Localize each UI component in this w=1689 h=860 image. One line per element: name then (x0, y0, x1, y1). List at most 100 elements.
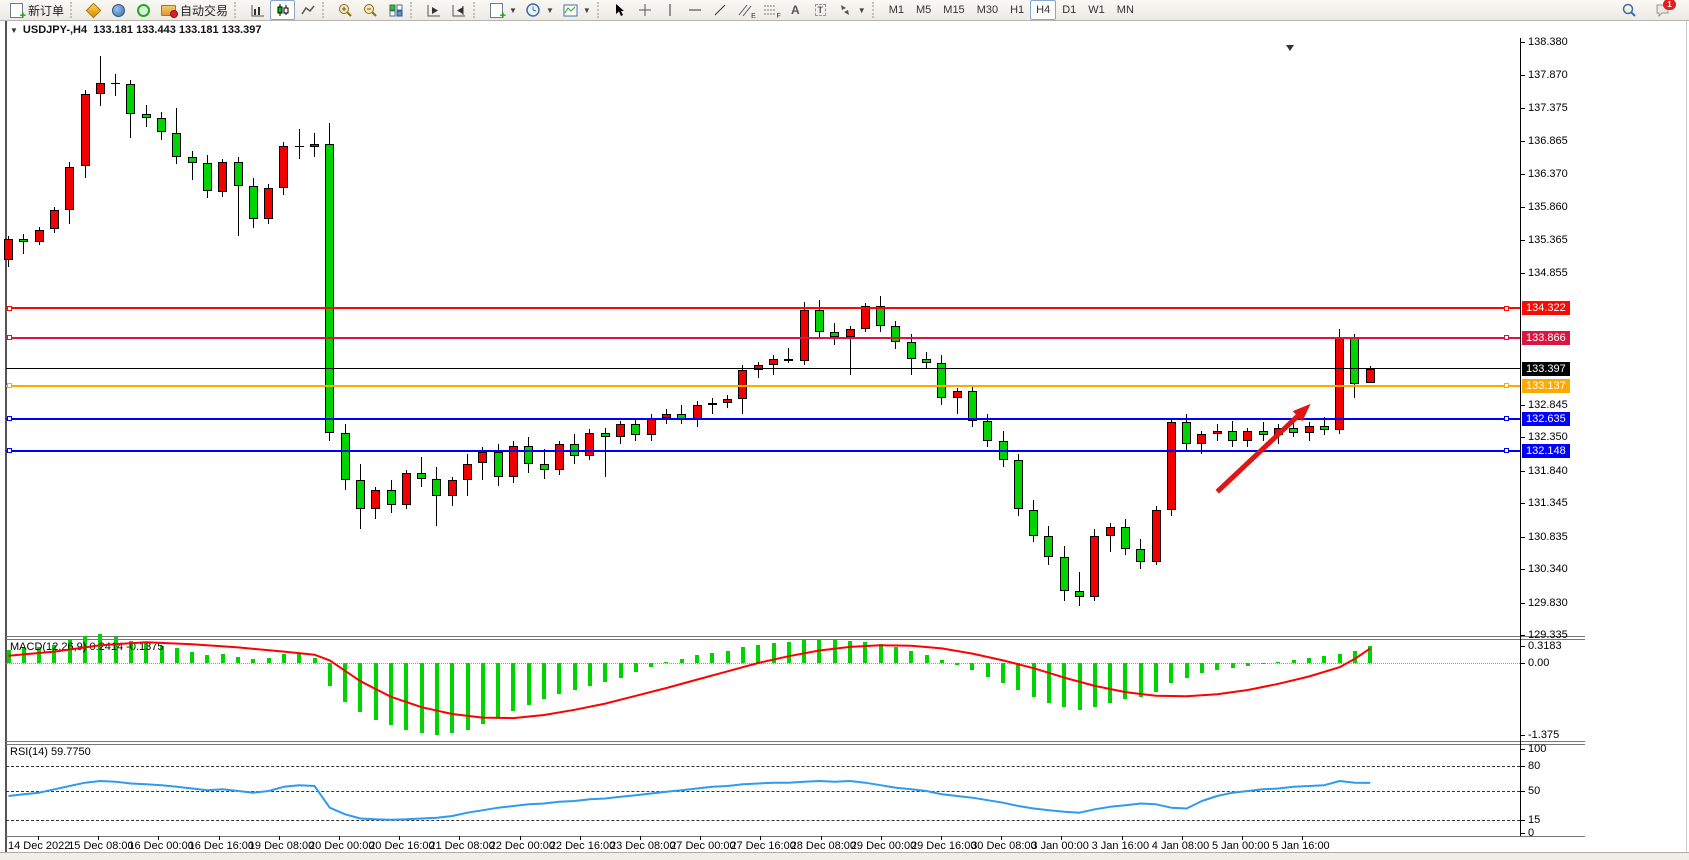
candle-up (448, 480, 457, 496)
price-tick-label: 129.830 (1528, 597, 1568, 609)
current-price-label: 133.397 (1522, 362, 1570, 376)
macd-histogram-bar (848, 641, 852, 663)
auto-trade-icon (160, 2, 177, 18)
zoom-out-button[interactable] (358, 0, 383, 20)
timeframe-mn[interactable]: MN (1111, 0, 1140, 20)
macd-histogram-bar (986, 663, 990, 677)
timeframe-m1[interactable]: M1 (883, 0, 910, 20)
horizontal-line-object[interactable] (6, 418, 1520, 420)
channel-button[interactable]: E (733, 0, 758, 20)
chart-shift-button[interactable] (446, 0, 471, 20)
line-anchor-handle[interactable] (7, 448, 12, 453)
horizontal-line-object[interactable] (6, 450, 1520, 452)
mt4-trading-app: 新订单 自动交易 ▼ ▼ ▼ E F A T ▼ (0, 0, 1689, 860)
line-anchor-handle[interactable] (1504, 448, 1509, 453)
macd-histogram-bar (190, 652, 194, 663)
periods-button[interactable]: ▼ (521, 0, 558, 20)
line-anchor-handle[interactable] (7, 416, 12, 421)
cursor-button[interactable] (608, 0, 633, 20)
timeframe-m5[interactable]: M5 (910, 0, 937, 20)
trendline-button[interactable] (708, 0, 733, 20)
candle-down (417, 473, 426, 478)
candle-down (19, 239, 28, 242)
line-anchor-handle[interactable] (7, 306, 12, 311)
new-order-button[interactable]: 新订单 (4, 0, 68, 20)
timeframe-m15[interactable]: M15 (937, 0, 970, 20)
candle-down (922, 359, 931, 364)
candle-up (310, 144, 319, 147)
horizontal-line-object[interactable] (6, 385, 1520, 387)
macd-histogram-bar (894, 647, 898, 663)
rsi-level-line (6, 791, 1520, 792)
new-chart-button[interactable]: ▼ (484, 0, 521, 20)
candle-up (800, 310, 809, 361)
candle-down (188, 157, 197, 162)
price-tick-label: 129.335 (1528, 629, 1568, 641)
trendline-icon (712, 2, 729, 18)
chart-shift-marker-icon[interactable] (1286, 45, 1294, 51)
text-button[interactable]: A (783, 0, 808, 20)
cursor-icon (612, 2, 629, 18)
macd-histogram-bar (1322, 656, 1326, 663)
timeframe-w1[interactable]: W1 (1082, 0, 1111, 20)
line-chart-button[interactable] (295, 0, 320, 20)
line-anchor-handle[interactable] (1504, 335, 1509, 340)
candlestick-chart-button[interactable] (270, 0, 295, 20)
candle-up (279, 146, 288, 189)
line-anchor-handle[interactable] (7, 335, 12, 340)
auto-scroll-button[interactable] (421, 0, 446, 20)
macd-histogram-bar (970, 663, 974, 670)
line-anchor-handle[interactable] (1504, 383, 1509, 388)
candle-up (1243, 431, 1252, 441)
auto-trade-button[interactable]: 自动交易 (156, 0, 232, 20)
search-button[interactable] (1617, 0, 1642, 20)
arrows-button[interactable]: ▼ (833, 0, 870, 20)
candle-down (1044, 536, 1053, 558)
macd-histogram-bar (710, 653, 714, 663)
bar-chart-button[interactable] (245, 0, 270, 20)
line-anchor-handle[interactable] (1504, 416, 1509, 421)
vertical-line-button[interactable] (658, 0, 683, 20)
styles-button[interactable] (81, 0, 106, 20)
candle-up (371, 490, 380, 510)
macd-histogram-bar (420, 663, 424, 733)
zoom-in-button[interactable] (333, 0, 358, 20)
macd-tick-mark (1521, 663, 1525, 664)
candle-down (1320, 426, 1329, 430)
line-chart-icon (299, 2, 316, 18)
macd-histogram-bar (1353, 651, 1357, 664)
macd-histogram-bar (619, 663, 623, 678)
crosshair-button[interactable] (633, 0, 658, 20)
time-axis-label: 28 Dec 08:00 (791, 840, 856, 852)
notifications-button[interactable]: 1 (1650, 0, 1675, 20)
macd-histogram-bar (282, 654, 286, 663)
time-axis-label: 22 Dec 16:00 (550, 840, 615, 852)
timeframe-d1[interactable]: D1 (1056, 0, 1082, 20)
macd-histogram-bar (909, 651, 913, 664)
panel-separator (6, 741, 1585, 742)
rsi-axis-label: 15 (1528, 814, 1540, 826)
new-order-label: 新订单 (28, 2, 64, 19)
horizontal-line-button[interactable] (683, 0, 708, 20)
timeframe-m30[interactable]: M30 (971, 0, 1004, 20)
community-button[interactable] (106, 0, 131, 20)
candle-down (891, 326, 900, 342)
text-label-button[interactable]: T (808, 0, 833, 20)
timeframe-h4[interactable]: H4 (1030, 0, 1056, 20)
horizontal-line-object[interactable] (6, 307, 1520, 309)
line-anchor-handle[interactable] (7, 383, 12, 388)
horizontal-line-object[interactable] (6, 337, 1520, 339)
macd-histogram-bar (527, 663, 531, 705)
time-axis-label: 29 Dec 00:00 (851, 840, 916, 852)
price-chart-pane[interactable]: 134.322133.866133.397133.137132.635132.1… (0, 21, 1689, 852)
timeframe-h1[interactable]: H1 (1004, 0, 1030, 20)
fibonacci-button[interactable]: F (758, 0, 783, 20)
line-anchor-handle[interactable] (1504, 306, 1509, 311)
macd-histogram-bar (267, 658, 271, 663)
time-axis-label: 5 Jan 16:00 (1272, 840, 1330, 852)
tile-windows-button[interactable] (383, 0, 408, 20)
signals-button[interactable] (131, 0, 156, 20)
candle-up (402, 473, 411, 505)
macd-histogram-bar (695, 655, 699, 663)
templates-button[interactable]: ▼ (558, 0, 595, 20)
